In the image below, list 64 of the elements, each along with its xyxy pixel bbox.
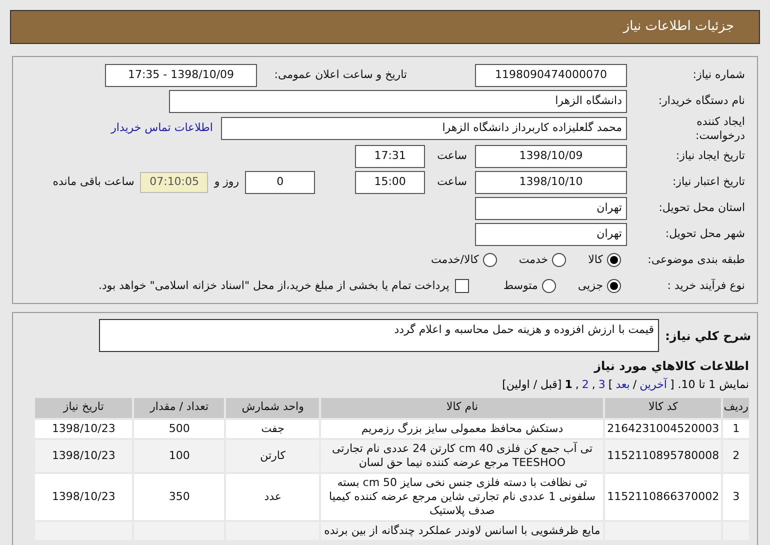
- field-label: ایجاد کننده درخواست:: [694, 114, 745, 142]
- validity-date-field: 1398/10/10: [475, 170, 627, 194]
- radio-button[interactable]: [542, 279, 556, 293]
- buyer-contact-link[interactable]: اطلاعات تماس خریدار: [111, 120, 213, 137]
- field-label: تاریخ ایجاد نیاز:: [674, 148, 745, 164]
- field-label: ساعت: [437, 148, 467, 164]
- pager-text: نمایش 1 تا 10. [: [670, 377, 749, 393]
- page-title: جزئیات اطلاعات نیاز: [623, 18, 734, 36]
- field-label: تاریخ و ساعت اعلان عمومی:: [273, 66, 407, 83]
- table-cell: مایع ظرفشویی با اسانس لاوندر عملکرد چندگانه از بین برنده: [320, 520, 604, 540]
- description-field: قیمت با ارزش افزوده و هزینه حمل محاسبه و اعلام گردد: [99, 319, 659, 352]
- pager-link[interactable]: بعد: [616, 377, 630, 394]
- field-label: تاریخ اعتبار نیاز:: [671, 174, 745, 190]
- pager-link[interactable]: 2: [582, 377, 589, 394]
- column-header: واحد شمارش: [225, 396, 320, 418]
- pager-text: ,: [592, 377, 596, 393]
- radio-button[interactable]: [482, 253, 497, 267]
- radio-label: جزیی: [578, 278, 603, 294]
- pager-text: ]: [608, 377, 613, 393]
- buyer-field: دانشگاه الزهرا: [169, 90, 627, 112]
- announce-date-field: 1398/10/09 - 17:35: [105, 64, 257, 86]
- column-header: تعداد / مقدار: [133, 396, 226, 418]
- radio-label: متوسط: [503, 278, 538, 294]
- table-cell: 3: [722, 472, 750, 520]
- pager-text: [قبل / اولین]: [502, 377, 562, 393]
- field-label: ساعت: [437, 174, 467, 190]
- column-header: ردیف: [722, 396, 750, 418]
- need-number-field: 1198090474000070: [475, 64, 627, 86]
- radio-label: کالا: [588, 252, 603, 268]
- radio-button[interactable]: [607, 279, 621, 293]
- province-field: تهران: [475, 196, 627, 220]
- creator-field: محمد گلعلیزاده کاربرداز دانشگاه الزهرا: [221, 117, 627, 140]
- radio-label: کالا/خدمت: [431, 252, 479, 268]
- table-cell: 2: [722, 438, 750, 472]
- field-label: روز و: [214, 174, 240, 190]
- table-cell: 1: [722, 418, 750, 438]
- radio-label: خدمت: [518, 252, 548, 268]
- column-header: تاریخ نیاز: [34, 396, 134, 418]
- field-label: شماره نیاز:: [692, 66, 745, 83]
- remaining-time-field: 07:10:05: [140, 172, 208, 192]
- days-field: 0: [245, 170, 316, 194]
- field-label: طبقه بندی موضوعی:: [646, 252, 745, 268]
- validity-time-field: 15:00: [355, 170, 426, 194]
- field-label: شهر محل تحویل:: [664, 226, 745, 242]
- checkbox-label: پرداخت تمام یا بخشی از مبلغ خرید،از محل "اسناد خزانه اسلامی" خواهد بود.: [98, 278, 450, 294]
- field-label: نوع فرآیند خرید :: [666, 278, 745, 294]
- created-time-field: 17:31: [355, 144, 426, 168]
- current-page: 1: [564, 377, 572, 393]
- column-header: نام کالا: [320, 396, 604, 418]
- field-label: نام دستگاه خریدار:: [657, 92, 745, 109]
- pager-text: /: [632, 377, 637, 393]
- column-header: کد کالا: [604, 396, 722, 418]
- created-date-field: 1398/10/09: [475, 144, 627, 168]
- field-label: شرح كلي نياز:: [664, 328, 751, 344]
- pager-link[interactable]: 3: [598, 377, 606, 394]
- pager-text: ,: [575, 377, 579, 393]
- field-label: ساعت باقی مانده: [52, 174, 134, 190]
- radio-button[interactable]: [552, 253, 566, 267]
- field-label: استان محل تحویل:: [658, 200, 745, 216]
- pager-link[interactable]: آخرین: [640, 377, 667, 394]
- radio-button[interactable]: [607, 253, 621, 267]
- city-field: تهران: [475, 222, 627, 246]
- checkbox[interactable]: [455, 279, 470, 293]
- section-title: اطلاعات كالاهاي مورد نياز: [592, 358, 750, 375]
